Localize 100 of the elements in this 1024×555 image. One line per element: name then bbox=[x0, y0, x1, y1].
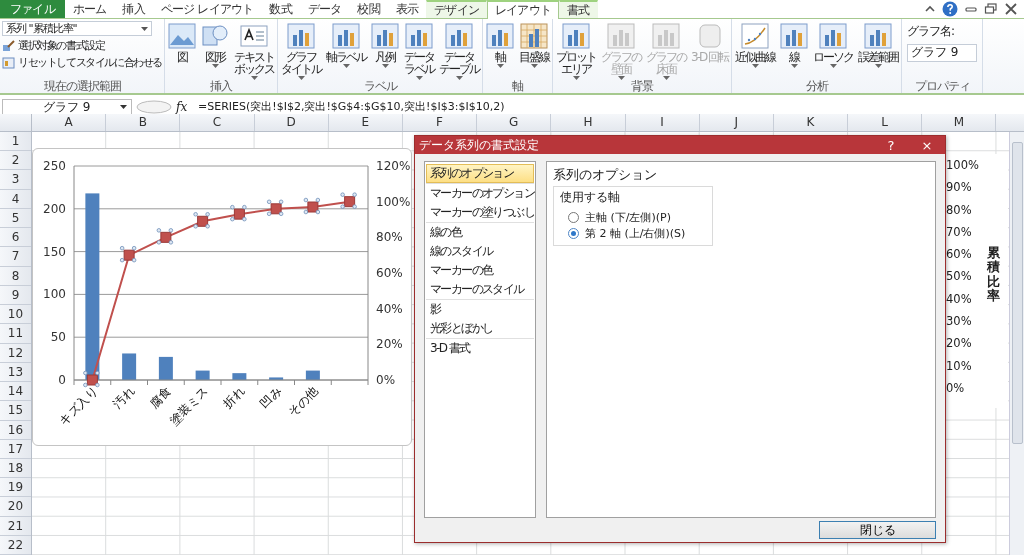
help-icon[interactable] bbox=[942, 1, 958, 17]
column-header[interactable]: H bbox=[551, 114, 626, 131]
ribbon-command[interactable]: リセットしてスタイルに合わせる bbox=[18, 55, 162, 70]
category-item[interactable]: 線のスタイル bbox=[426, 242, 534, 261]
radio-button[interactable] bbox=[568, 227, 579, 239]
help-button[interactable]: ? bbox=[873, 137, 909, 153]
column-header[interactable]: D bbox=[254, 114, 329, 131]
category-item[interactable]: マーカーの色 bbox=[426, 261, 534, 280]
category-item[interactable]: 系列のオプション bbox=[426, 164, 534, 183]
category-item[interactable]: マーカーのスタイル bbox=[426, 280, 534, 299]
bar[interactable] bbox=[232, 373, 247, 380]
close-button[interactable]: 閉じる bbox=[819, 521, 936, 539]
ribbon-button[interactable]: プロット エリア bbox=[555, 21, 597, 80]
category-item[interactable]: 光彩とぼかし bbox=[426, 319, 534, 338]
column-header[interactable]: G bbox=[477, 114, 552, 131]
radio-label[interactable]: 第 2 軸 (上/右側)(S) bbox=[585, 225, 686, 241]
row-header[interactable]: 18 bbox=[0, 459, 31, 479]
category-label: 折れ bbox=[220, 384, 248, 412]
row-header[interactable]: 1 bbox=[0, 132, 31, 152]
ribbon-button[interactable]: 凡例 bbox=[370, 21, 400, 68]
row-header[interactable]: 3 bbox=[0, 170, 31, 190]
ribbon-button[interactable]: データ テーブル bbox=[438, 21, 480, 80]
row-header[interactable]: 8 bbox=[0, 266, 31, 286]
ribbon-tab[interactable]: ページ レイアウト bbox=[152, 0, 262, 18]
column-header[interactable]: M bbox=[922, 114, 997, 131]
ribbon-button[interactable]: 軸ラベル bbox=[325, 21, 367, 68]
category-item[interactable]: 3-D 書式 bbox=[426, 339, 534, 358]
row-header[interactable]: 7 bbox=[0, 247, 31, 267]
close-icon[interactable] bbox=[1004, 3, 1018, 15]
radio-button[interactable] bbox=[568, 211, 579, 223]
column-header[interactable]: I bbox=[625, 114, 700, 131]
ribbon-button[interactable]: テキスト ボックス bbox=[233, 21, 275, 80]
category-item[interactable]: 線の色 bbox=[426, 223, 534, 242]
dialog-title: データ系列の書式設定 bbox=[418, 136, 540, 154]
insert-function-button[interactable]: fx bbox=[176, 100, 194, 114]
row-header[interactable]: 13 bbox=[0, 362, 31, 383]
ribbon-command[interactable]: 選択対象の書式設定 bbox=[18, 38, 105, 53]
bar[interactable] bbox=[269, 377, 284, 380]
bar[interactable] bbox=[158, 356, 173, 380]
radio-label[interactable]: 主軸 (下/左側)(P) bbox=[585, 209, 671, 225]
ribbon-button[interactable]: グラフ タイトル bbox=[280, 21, 322, 80]
ribbon-tab[interactable]: データ bbox=[299, 0, 350, 18]
ribbon-tab[interactable]: デザイン bbox=[426, 0, 488, 18]
row-header[interactable]: 22 bbox=[0, 535, 31, 555]
chart-element-dropdown[interactable]: 系列 "累積比率" bbox=[2, 21, 152, 36]
ribbon-button[interactable]: 誤差範囲 bbox=[857, 21, 900, 68]
bar[interactable] bbox=[195, 370, 210, 380]
row-header[interactable]: 11 bbox=[0, 324, 31, 344]
ribbon-button[interactable]: 軸 bbox=[485, 21, 515, 68]
row-header[interactable]: 20 bbox=[0, 497, 31, 517]
row-header[interactable]: 21 bbox=[0, 516, 31, 536]
column-header[interactable]: A bbox=[32, 114, 107, 131]
row-header[interactable]: 14 bbox=[0, 382, 31, 402]
formula-field[interactable]: =SERIES(突出!$I$2,突出!$G$4:$G$10,突出!$I$3:$I$10,2) bbox=[198, 99, 1024, 115]
row-header[interactable]: 10 bbox=[0, 305, 31, 325]
column-header[interactable]: F bbox=[402, 114, 478, 131]
ribbon-button[interactable]: 線 bbox=[779, 21, 810, 68]
restore-icon[interactable] bbox=[984, 3, 998, 15]
row-header[interactable]: 12 bbox=[0, 343, 31, 363]
ribbon-tab[interactable]: 校閲 bbox=[349, 0, 388, 18]
chart-area[interactable]: 0 50 100 150 200 250 0% 20% 40% 60% 80% 100% 120% キズ入り 汚れ 腐食 塗装ミス 折れ 凹み その他 bbox=[32, 148, 412, 446]
bar[interactable] bbox=[122, 353, 137, 380]
ribbon-button[interactable]: データ ラベル bbox=[403, 21, 435, 80]
column-header[interactable]: K bbox=[773, 114, 849, 131]
bar[interactable] bbox=[305, 370, 320, 380]
ribbon-tab[interactable]: ホーム bbox=[64, 0, 115, 18]
ribbon-tab[interactable]: レイアウト bbox=[487, 0, 560, 19]
row-header[interactable]: 17 bbox=[0, 439, 31, 459]
category-item[interactable]: マーカーの塗りつぶし bbox=[426, 203, 534, 222]
column-header[interactable]: E bbox=[328, 114, 403, 131]
row-header[interactable]: 9 bbox=[0, 285, 31, 306]
scrollbar[interactable] bbox=[1009, 132, 1024, 555]
column-header[interactable]: L bbox=[848, 114, 923, 131]
row-header[interactable]: 16 bbox=[0, 420, 31, 440]
ribbon-tab[interactable]: 表示 bbox=[387, 0, 427, 18]
ribbon-tab[interactable]: 挿入 bbox=[114, 0, 153, 18]
row-header[interactable]: 19 bbox=[0, 478, 31, 498]
row-header[interactable]: 2 bbox=[0, 151, 31, 171]
category-item[interactable]: 影 bbox=[426, 300, 534, 319]
bar[interactable] bbox=[85, 193, 100, 380]
chart-area[interactable]: 100% 90% 80% 70% 60% 50% 40% 30% 20% 10% 0% 累積比率 bbox=[946, 154, 1008, 408]
ribbon-button[interactable]: ローソク bbox=[812, 21, 855, 68]
column-header[interactable]: B bbox=[106, 114, 181, 131]
bar-chart-icon bbox=[332, 23, 360, 49]
category-item[interactable]: マーカーのオプション bbox=[426, 184, 534, 203]
ribbon-tab[interactable]: ファイル bbox=[0, 0, 65, 18]
column-header[interactable]: C bbox=[180, 114, 255, 131]
close-button[interactable]: × bbox=[909, 137, 945, 153]
ribbon-button[interactable]: 近似曲線 bbox=[734, 21, 777, 68]
column-header[interactable]: J bbox=[699, 114, 774, 131]
ribbon-tab[interactable]: 数式 bbox=[261, 0, 300, 18]
chart-name-field[interactable]: グラフ 9 bbox=[907, 44, 978, 62]
row-header[interactable]: 6 bbox=[0, 228, 31, 248]
row-header[interactable]: 5 bbox=[0, 208, 31, 229]
ribbon-button[interactable]: 図形 bbox=[200, 21, 230, 68]
ribbon-button[interactable]: 目盛線 bbox=[518, 21, 550, 68]
ribbon-tab[interactable]: 書式 bbox=[559, 0, 598, 18]
ribbon-button[interactable]: 図 bbox=[167, 21, 197, 63]
row-header[interactable]: 4 bbox=[0, 189, 31, 209]
row-header[interactable]: 15 bbox=[0, 401, 31, 421]
